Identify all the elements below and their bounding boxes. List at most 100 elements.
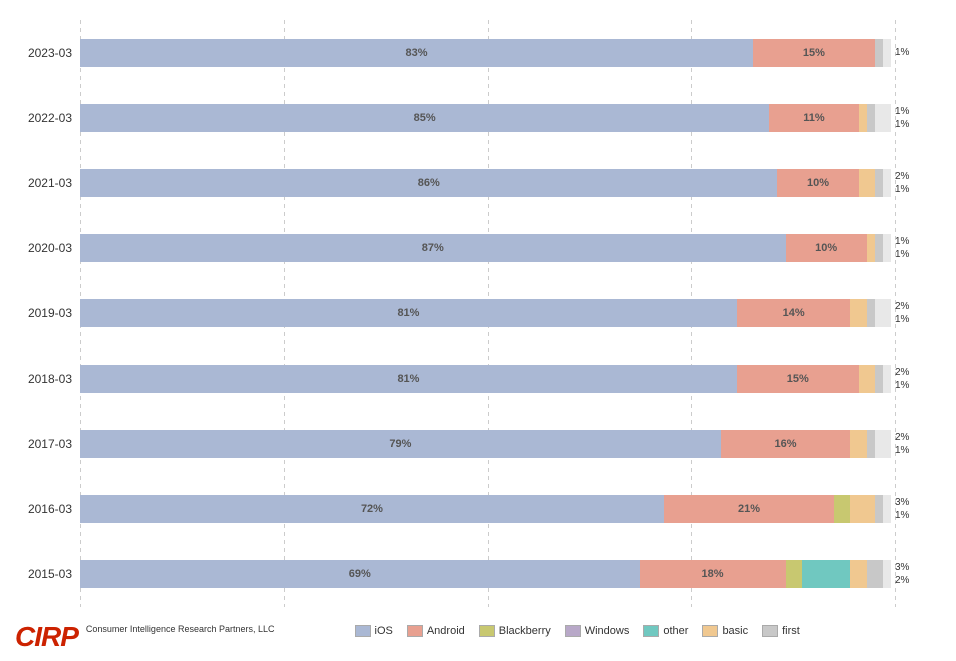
right-label: 3% [895, 561, 945, 574]
legend-item-blackberry: Blackberry [479, 625, 551, 637]
bar-track-2015-03: 69%18% [80, 560, 891, 588]
segment-first [875, 365, 883, 393]
segment-other [802, 560, 851, 588]
segment-basic [859, 104, 867, 132]
bar-row-2017-03: 79%16%2%1% [80, 411, 946, 476]
bar-right-labels-2015-03: 3%2% [895, 561, 945, 587]
bar-track-2020-03: 87%10% [80, 234, 891, 262]
legend-label-blackberry: Blackberry [499, 625, 551, 637]
bar-row-2015-03: 69%18%3%2% [80, 542, 946, 607]
segment-ios: 79% [80, 430, 721, 458]
segment-ios: 85% [80, 104, 769, 132]
segment-ios: 86% [80, 169, 777, 197]
cirp-logo: CIRP Consumer Intelligence Research Part… [15, 623, 275, 651]
bar-track-2016-03: 72%21% [80, 495, 891, 523]
bar-track-2019-03: 81%14% [80, 299, 891, 327]
legend-label-ios: iOS [375, 625, 393, 637]
segment-android: 14% [737, 299, 851, 327]
y-label-2023-03: 2023-03 [10, 28, 72, 78]
legend-label-other: other [663, 625, 688, 637]
right-label: 1% [895, 444, 945, 457]
y-label-2019-03: 2019-03 [10, 288, 72, 338]
segment-basic [859, 365, 875, 393]
segment-android: 18% [640, 560, 786, 588]
segment-ios: 81% [80, 299, 737, 327]
legend-color-windows [565, 625, 581, 637]
legend-color-blackberry [479, 625, 495, 637]
segment-first [875, 234, 883, 262]
bar-right-labels-2017-03: 2%1% [895, 431, 945, 457]
legend-item-android: Android [407, 625, 465, 637]
bar-track-2022-03: 85%11% [80, 104, 891, 132]
bar-row-2023-03: 83%15% 1% [80, 20, 946, 85]
bar-row-2020-03: 87%10%1%1% [80, 216, 946, 281]
bar-right-labels-2016-03: 3%1% [895, 496, 945, 522]
legend-item-windows: Windows [565, 625, 630, 637]
segment-basic [850, 560, 866, 588]
bar-right-labels-2020-03: 1%1% [895, 235, 945, 261]
right-label: 1% [895, 118, 945, 131]
y-label-2020-03: 2020-03 [10, 223, 72, 273]
segment-basic [850, 299, 866, 327]
right-label: 1% [895, 235, 945, 248]
segment-ios: 72% [80, 495, 664, 523]
bar-right-labels-2019-03: 2%1% [895, 300, 945, 326]
bar-row-2016-03: 72%21%3%1% [80, 477, 946, 542]
legend-color-basic [702, 625, 718, 637]
segment-android: 16% [721, 430, 851, 458]
legend-item-first: first [762, 625, 800, 637]
bar-track-2018-03: 81%15% [80, 365, 891, 393]
legend-color-ios [355, 625, 371, 637]
y-label-2022-03: 2022-03 [10, 93, 72, 143]
right-label: 1% [895, 379, 945, 392]
segment-android: 10% [777, 169, 858, 197]
bar-row-2019-03: 81%14%2%1% [80, 281, 946, 346]
bar-track-2023-03: 83%15% [80, 39, 891, 67]
legend-item-ios: iOS [355, 625, 393, 637]
right-label: 2% [895, 366, 945, 379]
segment-first [867, 560, 883, 588]
legend-item-other: other [643, 625, 688, 637]
right-label: 2% [895, 574, 945, 587]
segment-first [867, 299, 875, 327]
segment-android: 10% [786, 234, 867, 262]
segment-first [875, 169, 883, 197]
y-label-2015-03: 2015-03 [10, 549, 72, 599]
y-axis: 2023-032022-032021-032020-032019-032018-… [10, 10, 80, 617]
legend: iOS Android Blackberry Windows other basic fir… [285, 619, 800, 637]
segment-basic [850, 430, 866, 458]
legend-label-first: first [782, 625, 800, 637]
segment-ios: 83% [80, 39, 753, 67]
right-label: 2% [895, 300, 945, 313]
bar-track-2021-03: 86%10% [80, 169, 891, 197]
y-label-2021-03: 2021-03 [10, 158, 72, 208]
segment-android: 21% [664, 495, 834, 523]
right-label: 3% [895, 496, 945, 509]
right-label: 1% [895, 46, 945, 59]
right-label: 1% [895, 248, 945, 261]
segment-blackberry [834, 495, 850, 523]
legend-item-basic: basic [702, 625, 748, 637]
bars-area: 83%15%1%85%11%1%1%86%10%2%1%87%10%1%1%81… [80, 10, 946, 617]
segment-basic [867, 234, 875, 262]
footer: CIRP Consumer Intelligence Research Part… [10, 619, 946, 651]
chart-area: 2023-032022-032021-032020-032019-032018-… [10, 10, 946, 617]
bar-track-2017-03: 79%16% [80, 430, 891, 458]
cirp-text: Consumer Intelligence Research Partners,… [86, 623, 275, 636]
right-label: 1% [895, 313, 945, 326]
bar-row-2018-03: 81%15%2%1% [80, 346, 946, 411]
segment-first [875, 495, 883, 523]
bar-right-labels-2018-03: 2%1% [895, 366, 945, 392]
bar-right-labels-2021-03: 2%1% [895, 170, 945, 196]
segment-android: 15% [753, 39, 875, 67]
y-label-2016-03: 2016-03 [10, 484, 72, 534]
segment-first [875, 39, 883, 67]
segment-ios: 87% [80, 234, 786, 262]
right-label: 2% [895, 170, 945, 183]
legend-label-android: Android [427, 625, 465, 637]
right-label: 1% [895, 105, 945, 118]
segment-ios: 81% [80, 365, 737, 393]
segment-basic [850, 495, 874, 523]
y-label-2017-03: 2017-03 [10, 419, 72, 469]
segment-blackberry [786, 560, 802, 588]
